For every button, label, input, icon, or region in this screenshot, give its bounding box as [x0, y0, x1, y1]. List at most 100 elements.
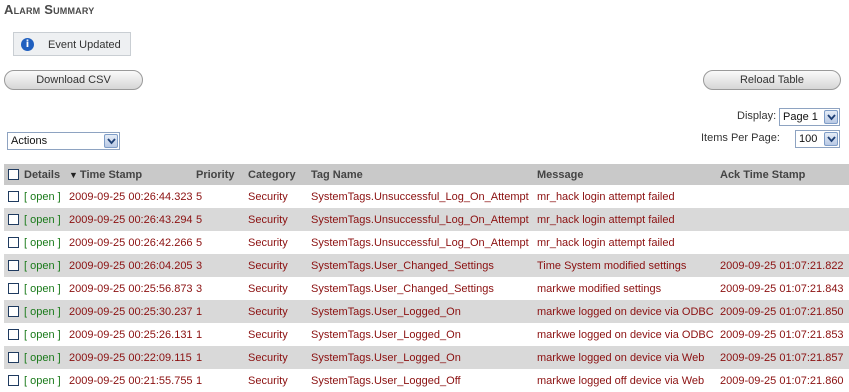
- row-ack-time-stamp: 2009-09-25 01:07:21.843: [720, 282, 844, 295]
- row-priority-cell: 5: [196, 231, 248, 254]
- row-time-stamp-cell: 2009-09-25 00:21:55.755: [69, 369, 196, 392]
- row-time-stamp: 2009-09-25 00:26:44.323: [69, 190, 193, 203]
- row-details-link[interactable]: [ open ]: [24, 260, 61, 272]
- row-details-link[interactable]: [ open ]: [24, 237, 61, 249]
- reload-table-button[interactable]: Reload Table: [703, 70, 841, 90]
- row-details-link[interactable]: [ open ]: [24, 306, 61, 318]
- row-checkbox[interactable]: [8, 375, 19, 387]
- row-message: mr_hack login attempt failed: [537, 236, 675, 249]
- row-category-cell: Security: [248, 277, 311, 300]
- actions-select[interactable]: Actions: [7, 132, 120, 150]
- select-all-checkbox[interactable]: [8, 169, 19, 181]
- row-tag-name: SystemTags.Unsuccessful_Log_On_Attempt: [311, 190, 529, 203]
- row-time-stamp-cell: 2009-09-25 00:22:09.115: [69, 346, 196, 369]
- row-ack-time-stamp-cell: [720, 185, 849, 208]
- row-priority-cell: 1: [196, 369, 248, 392]
- row-category-cell: Security: [248, 254, 311, 277]
- table-row: [ open ] 2009-09-25 00:26:44.323 5 Security…: [4, 185, 849, 208]
- row-priority-cell: 1: [196, 323, 248, 346]
- row-time-stamp-cell: 2009-09-25 00:26:44.323: [69, 185, 196, 208]
- row-checkbox[interactable]: [8, 260, 19, 272]
- row-details-link[interactable]: [ open ]: [24, 191, 61, 203]
- row-category: Security: [248, 282, 288, 295]
- row-category: Security: [248, 351, 288, 364]
- download-csv-button[interactable]: Download CSV: [4, 70, 143, 90]
- row-message: mr_hack login attempt failed: [537, 190, 675, 203]
- page-select[interactable]: Page 1: [779, 108, 840, 126]
- column-priority[interactable]: Priority: [196, 164, 248, 185]
- row-category-cell: Security: [248, 185, 311, 208]
- row-message-cell: Time System modified settings: [537, 254, 720, 277]
- row-category-cell: Security: [248, 323, 311, 346]
- info-icon: i: [21, 38, 34, 51]
- row-checkbox[interactable]: [8, 237, 19, 249]
- row-message-cell: mr_hack login attempt failed: [537, 231, 720, 254]
- row-time-stamp: 2009-09-25 00:25:30.237: [69, 305, 193, 318]
- chevron-down-icon: [824, 110, 838, 124]
- items-per-page-value: 100: [799, 133, 818, 145]
- row-details-link[interactable]: [ open ]: [24, 329, 61, 341]
- row-priority: 5: [196, 236, 203, 249]
- row-message-cell: markwe logged off device via Web: [537, 369, 720, 392]
- row-details-link-cell: [ open ]: [4, 323, 69, 346]
- row-priority-cell: 3: [196, 277, 248, 300]
- row-ack-time-stamp: 2009-09-25 01:07:21.857: [720, 351, 844, 364]
- row-tag-name-cell: SystemTags.User_Logged_On: [311, 346, 537, 369]
- row-tag-name-cell: SystemTags.User_Changed_Settings: [311, 254, 537, 277]
- row-category-cell: Security: [248, 231, 311, 254]
- row-tag-name: SystemTags.Unsuccessful_Log_On_Attempt: [311, 236, 529, 249]
- row-tag-name-cell: SystemTags.Unsuccessful_Log_On_Attempt: [311, 185, 537, 208]
- column-category[interactable]: Category: [248, 164, 311, 185]
- row-time-stamp: 2009-09-25 00:25:26.131: [69, 328, 193, 341]
- row-tag-name: SystemTags.User_Logged_On: [311, 305, 461, 318]
- row-message-cell: markwe modified settings: [537, 277, 720, 300]
- row-message: markwe modified settings: [537, 282, 662, 295]
- table-row: [ open ] 2009-09-25 00:26:04.205 3 Security…: [4, 254, 849, 277]
- row-priority-cell: 5: [196, 185, 248, 208]
- row-details-link-cell: [ open ]: [4, 369, 69, 392]
- chevron-down-icon: [104, 134, 118, 148]
- row-priority: 1: [196, 328, 203, 341]
- row-checkbox[interactable]: [8, 214, 19, 226]
- row-checkbox[interactable]: [8, 306, 19, 318]
- row-message: mr_hack login attempt failed: [537, 213, 675, 226]
- column-tag-name[interactable]: Tag Name: [311, 164, 537, 185]
- row-time-stamp: 2009-09-25 00:26:42.266: [69, 236, 193, 249]
- row-message-cell: markwe logged on device via Web: [537, 346, 720, 369]
- column-details[interactable]: Details: [4, 164, 69, 185]
- row-checkbox[interactable]: [8, 191, 19, 203]
- row-category: Security: [248, 236, 288, 249]
- table-row: [ open ] 2009-09-25 00:22:09.115 1 Security…: [4, 346, 849, 369]
- row-details-link[interactable]: [ open ]: [24, 352, 61, 364]
- row-details-link[interactable]: [ open ]: [24, 214, 61, 226]
- row-ack-time-stamp-cell: [720, 231, 849, 254]
- row-details-link[interactable]: [ open ]: [24, 283, 61, 295]
- row-details-link-cell: [ open ]: [4, 231, 69, 254]
- row-time-stamp: 2009-09-25 00:26:04.205: [69, 259, 193, 272]
- row-checkbox[interactable]: [8, 283, 19, 295]
- row-time-stamp-cell: 2009-09-25 00:25:26.131: [69, 323, 196, 346]
- row-time-stamp-cell: 2009-09-25 00:25:30.237: [69, 300, 196, 323]
- row-ack-time-stamp-cell: 2009-09-25 01:07:21.850: [720, 300, 849, 323]
- row-priority: 1: [196, 305, 203, 318]
- row-message-cell: mr_hack login attempt failed: [537, 208, 720, 231]
- row-category: Security: [248, 259, 288, 272]
- row-checkbox[interactable]: [8, 352, 19, 364]
- row-category: Security: [248, 213, 288, 226]
- row-message: markwe logged on device via Web: [537, 351, 705, 364]
- row-category-cell: Security: [248, 369, 311, 392]
- table-row: [ open ] 2009-09-25 00:25:56.873 3 Security…: [4, 277, 849, 300]
- table-row: [ open ] 2009-09-25 00:25:30.237 1 Security…: [4, 300, 849, 323]
- row-time-stamp-cell: 2009-09-25 00:26:43.294: [69, 208, 196, 231]
- row-ack-time-stamp-cell: 2009-09-25 01:07:21.822: [720, 254, 849, 277]
- items-per-page-select[interactable]: 100: [795, 130, 840, 148]
- row-time-stamp: 2009-09-25 00:22:09.115: [69, 351, 192, 364]
- column-message[interactable]: Message: [537, 164, 720, 185]
- row-checkbox[interactable]: [8, 329, 19, 341]
- row-message: Time System modified settings: [537, 259, 687, 272]
- column-time-stamp[interactable]: ▼ Time Stamp: [69, 164, 196, 185]
- row-ack-time-stamp-cell: 2009-09-25 01:07:21.860: [720, 369, 849, 392]
- row-ack-time-stamp: 2009-09-25 01:07:21.853: [720, 328, 844, 341]
- row-details-link[interactable]: [ open ]: [24, 375, 61, 387]
- column-ack-time-stamp[interactable]: Ack Time Stamp: [720, 164, 849, 185]
